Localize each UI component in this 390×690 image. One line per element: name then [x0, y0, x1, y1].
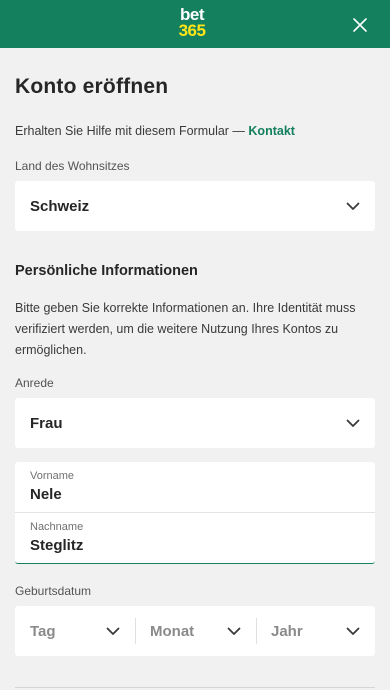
salutation-value: Frau: [30, 415, 63, 432]
lastname-value: Steglitz: [30, 537, 84, 554]
country-label: Land des Wohnsitzes: [15, 159, 130, 173]
dob-day-select[interactable]: Tag: [15, 606, 135, 656]
dob-label: Geburtsdatum: [15, 584, 92, 598]
contact-link[interactable]: Kontakt: [248, 124, 295, 138]
chevron-down-icon: [346, 419, 360, 427]
close-icon[interactable]: [349, 14, 371, 36]
lastname-label: Nachname: [30, 521, 84, 533]
chevron-down-icon: [106, 627, 120, 635]
dob-year-value: Jahr: [271, 623, 303, 640]
help-text-label: Erhalten Sie Hilfe mit diesem Formular —: [15, 124, 249, 138]
dob-month-select[interactable]: Monat: [135, 606, 256, 656]
personal-info-text: Bitte geben Sie korrekte Informationen a…: [15, 301, 356, 357]
country-value: Schweiz: [30, 198, 90, 215]
dob-month-value: Monat: [150, 623, 195, 640]
firstname-field[interactable]: Vorname Nele: [15, 462, 375, 512]
chevron-down-icon: [346, 202, 360, 210]
chevron-down-icon: [346, 627, 360, 635]
registration-form: Konto eröffnen Erhalten Sie Hilfe mit di…: [0, 48, 390, 690]
section-divider: [15, 687, 375, 688]
lastname-field[interactable]: Nachname Steglitz: [15, 513, 375, 564]
firstname-label: Vorname: [30, 470, 75, 482]
dob-selector: Tag Monat Jahr: [15, 606, 375, 656]
salutation-select[interactable]: Frau: [15, 398, 375, 448]
page-title: Konto eröffnen: [15, 75, 169, 98]
top-bar: bet 365: [0, 0, 390, 48]
help-text: Erhalten Sie Hilfe mit diesem Formular —…: [15, 124, 295, 138]
bet365-logo: bet 365: [172, 6, 212, 43]
logo-line-2: 365: [178, 21, 206, 40]
firstname-value: Nele: [30, 486, 62, 503]
chevron-down-icon: [227, 627, 241, 635]
personal-info-heading: Persönliche Informationen: [15, 263, 198, 279]
dob-year-select[interactable]: Jahr: [256, 606, 375, 656]
salutation-label: Anrede: [15, 376, 54, 390]
dob-day-value: Tag: [30, 623, 56, 640]
country-select[interactable]: Schweiz: [15, 181, 375, 231]
